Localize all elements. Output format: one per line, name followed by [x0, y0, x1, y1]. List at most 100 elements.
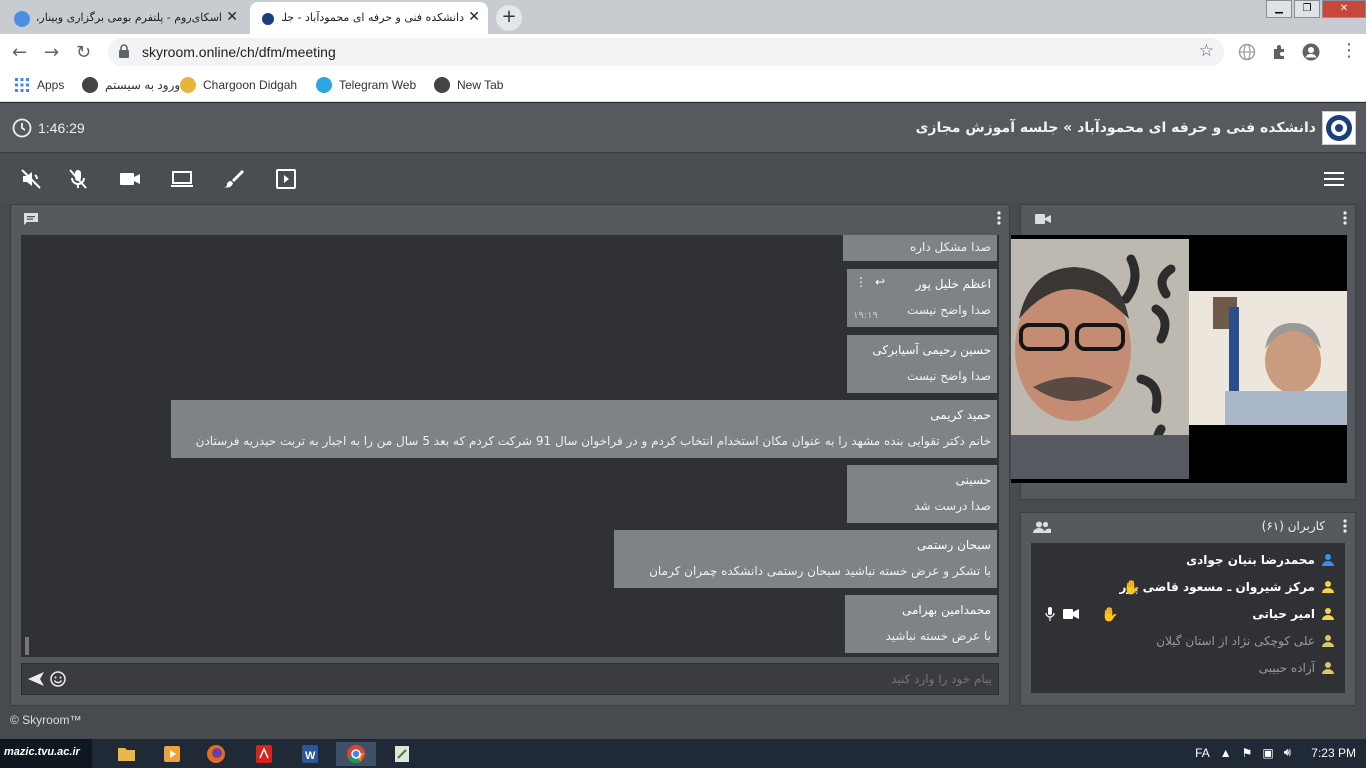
user-list[interactable]: محمدرضا بنیان جوادی مرکز شیروان ـ مسعود … [1031, 543, 1345, 693]
windows-taskbar: mazic.tvu.ac.ir W FA ▲ ⚑ ▣ 🔊︎ 7:23 PM [0, 739, 1366, 768]
mic-icon[interactable] [1045, 607, 1055, 621]
user-name: محمدرضا بنیان جوادی [1186, 553, 1315, 567]
chat-input-row [21, 663, 999, 695]
users-options-icon[interactable] [1343, 519, 1347, 533]
more-options-icon[interactable]: ⋮ [855, 275, 867, 289]
tab-title: اسکای‌روم - پلتفرم بومی برگزاری وبینار، … [36, 11, 222, 24]
mic-muted-icon[interactable] [66, 167, 90, 191]
word-icon[interactable]: W [290, 742, 330, 766]
network-icon[interactable]: ▣ [1262, 746, 1273, 760]
language-indicator[interactable]: FA [1195, 746, 1210, 760]
chat-messages[interactable]: صدا مشکل داره ⋮ ↩ اعظم خلیل پور صدا واضح… [21, 235, 999, 657]
user-name: امیر حیاتی [1252, 607, 1315, 621]
hamburger-menu-icon[interactable] [1324, 172, 1344, 186]
start-button[interactable]: mazic.tvu.ac.ir [0, 739, 92, 768]
participant-video-frame [1189, 291, 1347, 425]
url-text: skyroom.online/ch/dfm/meeting [142, 44, 336, 60]
back-icon[interactable]: ← [12, 42, 27, 63]
taskbar-clock[interactable]: 7:23 PM [1311, 746, 1356, 760]
chat-scrollbar[interactable] [25, 637, 29, 655]
user-icon [1322, 662, 1334, 674]
volume-icon[interactable]: 🔊︎ [1284, 745, 1292, 760]
camera-icon[interactable] [118, 167, 142, 191]
file-explorer-icon[interactable] [106, 742, 146, 766]
start-badge-text: mazic.tvu.ac.ir [4, 746, 80, 758]
notepad-icon[interactable] [382, 742, 422, 766]
message-text: صدا واضح نیست [907, 369, 991, 383]
users-title: کاربران (۶۱) [1261, 519, 1325, 533]
whiteboard-brush-icon[interactable] [222, 167, 246, 191]
speaker-muted-icon[interactable] [19, 167, 43, 191]
raised-hand-icon: ✋ [1101, 607, 1119, 623]
chat-message: محمدامین بهرامی با عرض خسته نباشید [845, 595, 997, 653]
firefox-icon[interactable] [196, 742, 236, 766]
raised-hand-icon: ✋ [1123, 580, 1141, 596]
participant-video[interactable] [1189, 291, 1347, 425]
video-grid[interactable] [1011, 235, 1347, 483]
video-options-icon[interactable] [1343, 211, 1347, 225]
profile-icon[interactable] [1302, 43, 1320, 61]
camera-icon[interactable] [1063, 609, 1079, 619]
participant-video[interactable] [1011, 239, 1189, 479]
message-text: صدا درست شد [914, 499, 991, 513]
address-bar-row: ← → ↻ skyroom.online/ch/dfm/meeting ☆ ⋮ [0, 34, 1366, 70]
chrome-icon[interactable] [336, 742, 376, 766]
meeting-toolbar [0, 154, 1366, 204]
chat-message: سبحان رستمی با تشکر و عرض خسته نباشید سب… [614, 530, 997, 588]
new-tab-button[interactable]: + [496, 5, 522, 31]
tray-expand-icon[interactable]: ▲ [1220, 746, 1232, 760]
user-list-item[interactable]: آزاده حبیبی [1031, 655, 1345, 682]
user-list-item[interactable]: مرکز شیروان ـ مسعود قاضی پور ✋ [1031, 574, 1345, 601]
user-icon [1322, 554, 1334, 566]
globe-icon [434, 77, 450, 93]
minimize-button[interactable]: ▁ [1266, 0, 1292, 18]
message-sender: حمید کریمی [930, 408, 991, 422]
bookmark-new-tab[interactable]: New Tab [434, 77, 503, 93]
restore-button[interactable]: ❐ [1294, 0, 1320, 18]
bookmark-apps[interactable]: Apps [14, 77, 64, 93]
tab-close-icon[interactable]: ✕ [226, 9, 238, 25]
window-close-button[interactable]: ✕ [1322, 0, 1366, 18]
bookmark-telegram[interactable]: Telegram Web [316, 77, 416, 93]
user-icon [1322, 635, 1334, 647]
bookmark-label: New Tab [457, 78, 504, 92]
tab-close-icon[interactable]: ✕ [468, 9, 480, 25]
message-sender: حسین رحیمی آسیابرکی [872, 343, 991, 357]
app-header: 1:46:29 دانشکده فنی و حرفه ای محمودآباد … [0, 103, 1366, 153]
acrobat-icon[interactable] [244, 742, 284, 766]
reply-icon[interactable]: ↩ [875, 275, 885, 289]
user-list-item[interactable]: علی کوچکی نژاد از استان گیلان [1031, 628, 1345, 655]
emoji-icon[interactable] [50, 671, 66, 687]
browser-menu-icon[interactable]: ⋮ [1340, 40, 1358, 61]
flag-icon[interactable]: ⚑ [1242, 746, 1253, 760]
lock-icon [119, 44, 129, 58]
skyroom-app: 1:46:29 دانشکده فنی و حرفه ای محمودآباد … [0, 103, 1366, 739]
url-field[interactable]: skyroom.online/ch/dfm/meeting ☆ [108, 38, 1224, 66]
screen-share-icon[interactable] [170, 167, 194, 191]
user-list-item[interactable]: امیر حیاتی ✋ [1031, 601, 1345, 628]
tab-meeting[interactable]: دانشکده فنی و حرفه ای محمودآباد - جلسه آ… [250, 2, 488, 34]
media-player-icon[interactable] [152, 742, 192, 766]
send-icon[interactable] [28, 672, 44, 686]
window-controls: ▁ ❐ ✕ [1264, 0, 1366, 20]
chat-options-icon[interactable] [997, 211, 1001, 225]
extensions-icon[interactable] [1270, 43, 1288, 61]
presentation-icon[interactable] [274, 167, 298, 191]
user-icon [1322, 581, 1334, 593]
chat-message-input[interactable] [82, 668, 992, 690]
message-text: خانم دکتر تقوایی بنده مشهد را به عنوان م… [195, 434, 991, 448]
bookmark-chargoon[interactable]: Chargoon Didgah [180, 77, 297, 93]
chat-message: ⋮ ↩ اعظم خلیل پور صدا واضح نیست ۱۹:۱۹ [847, 269, 997, 327]
forward-icon[interactable]: → [44, 42, 59, 63]
user-list-item[interactable]: محمدرضا بنیان جوادی [1031, 547, 1345, 574]
tab-skyroom-home[interactable]: اسکای‌روم - پلتفرم بومی برگزاری وبینار، … [4, 2, 246, 34]
message-sender: سبحان رستمی [916, 538, 991, 552]
bookmark-login[interactable]: ورود به سیستم [82, 77, 180, 93]
svg-text:W: W [305, 750, 316, 762]
video-icon [1035, 214, 1051, 224]
globe-icon[interactable] [1238, 43, 1256, 61]
message-text: با تشکر و عرض خسته نباشید سبحان رستمی دا… [649, 564, 991, 578]
bookmark-star-icon[interactable]: ☆ [1199, 41, 1214, 61]
reload-icon[interactable]: ↻ [76, 42, 91, 63]
chat-message: صدا مشکل داره [843, 235, 997, 261]
